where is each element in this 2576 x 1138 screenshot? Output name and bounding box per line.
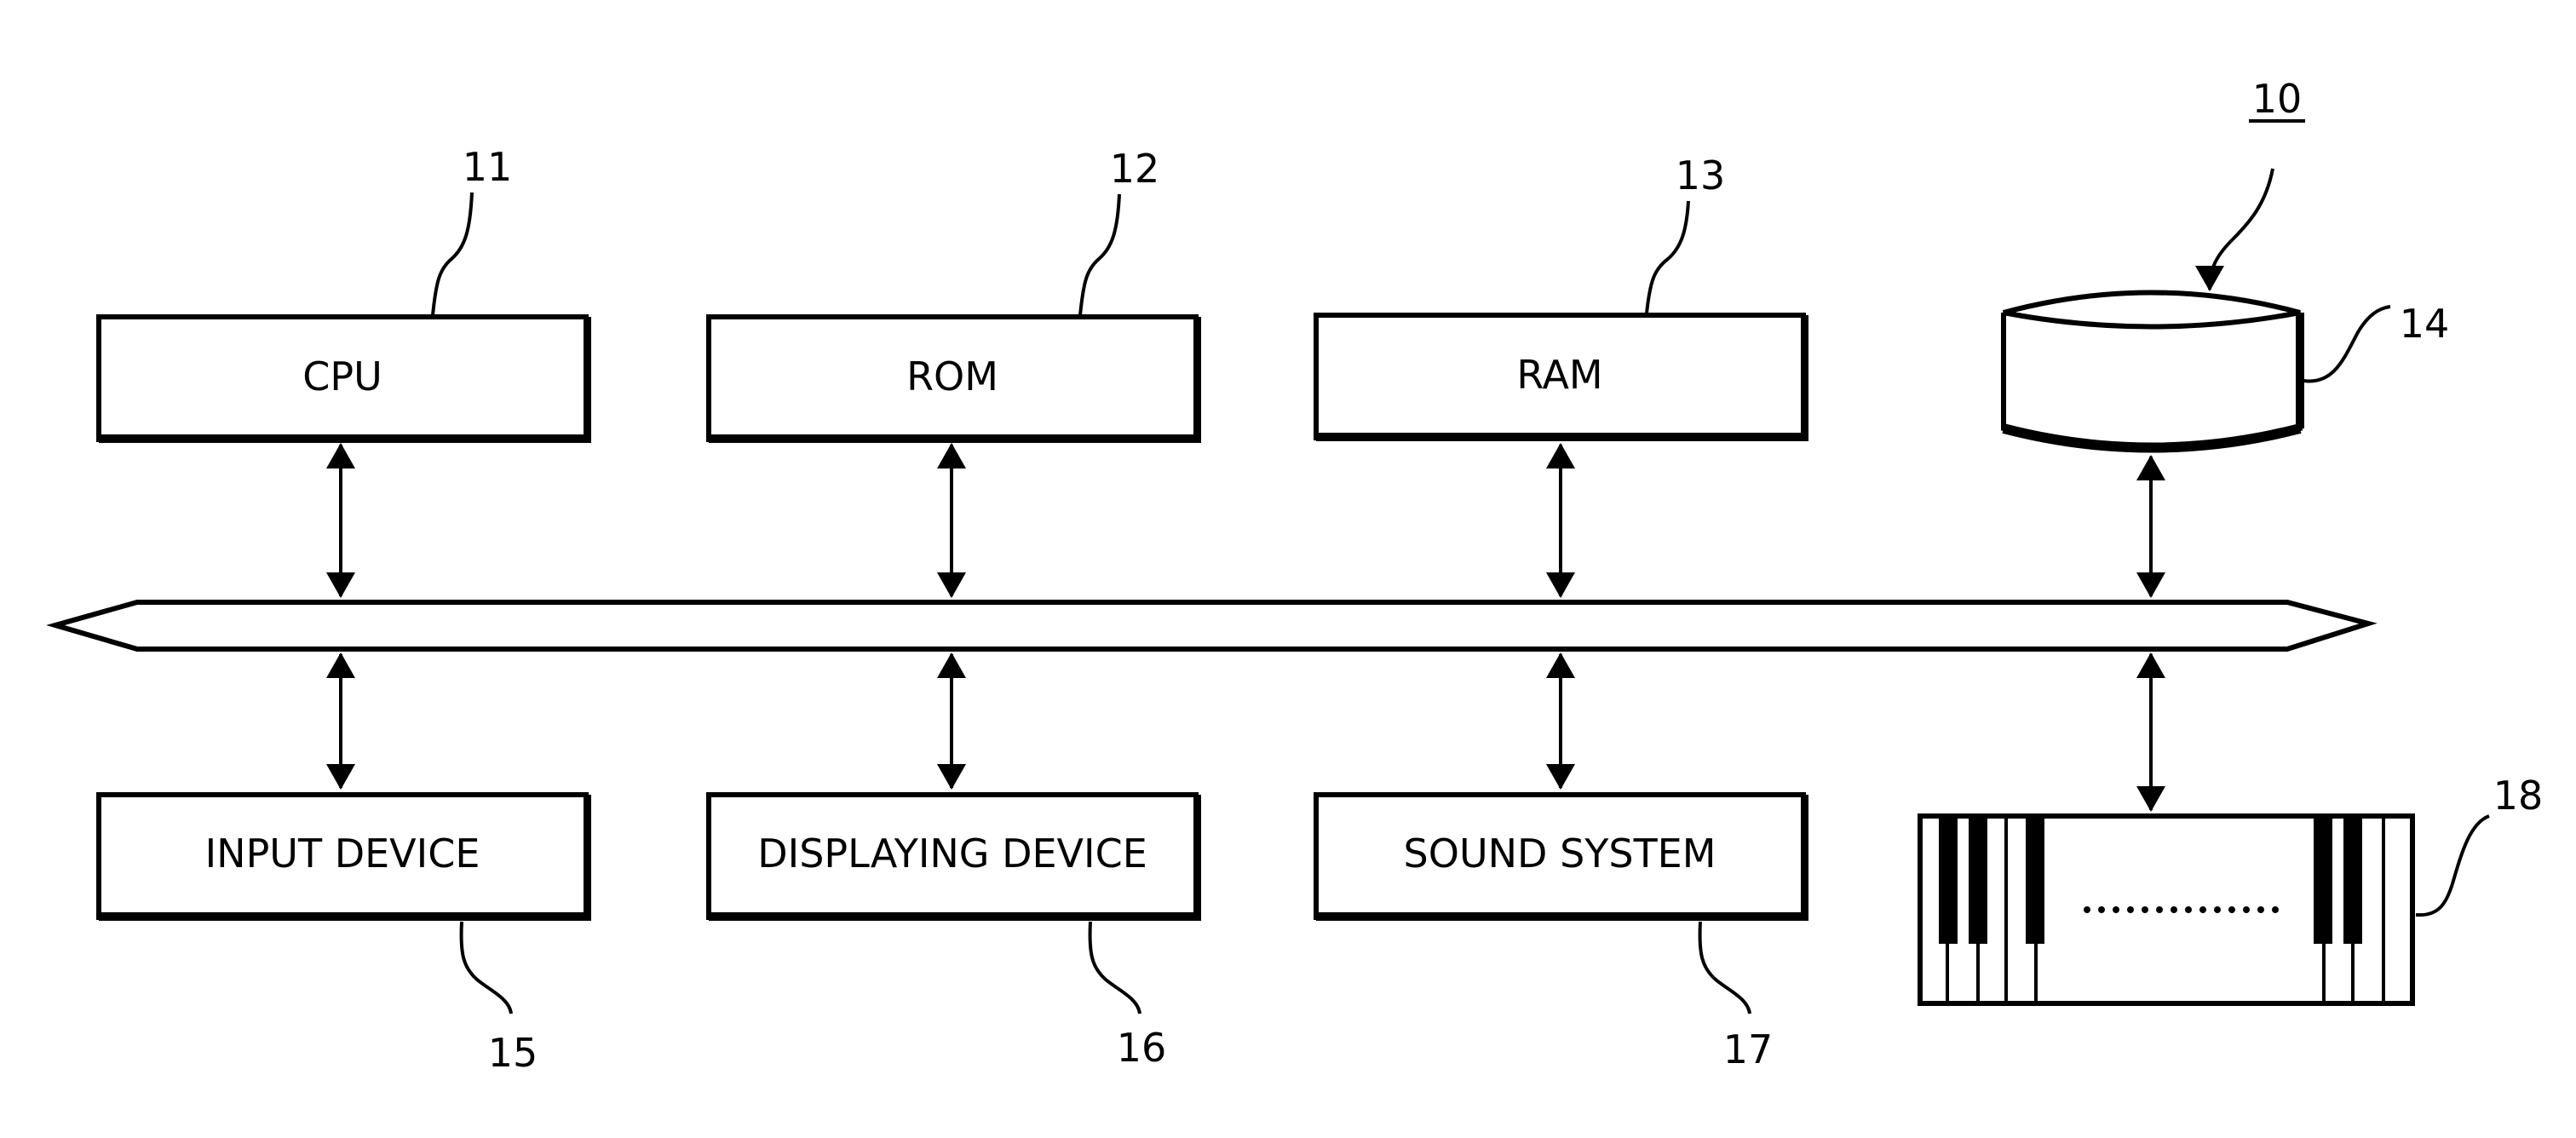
rom-label: ROM <box>906 353 998 399</box>
displaying-device-ref: 16 <box>1117 1025 1167 1071</box>
storage-cylinder-top <box>2003 290 2301 330</box>
cpu-leader <box>431 192 474 316</box>
storage-cylinder-body <box>2001 313 2303 451</box>
block-diagram: 10 CPU 11 ROM 12 RAM 13 14 INPUT DEVICE … <box>46 76 2544 1076</box>
sound-system-label: SOUND SYSTEM <box>1404 831 1716 876</box>
keyboard-ref: 18 <box>2493 773 2544 819</box>
rom-leader <box>1078 193 1121 316</box>
ram-leader <box>1645 200 1690 314</box>
ram-label: RAM <box>1516 352 1602 398</box>
cpu-ref: 11 <box>463 144 513 190</box>
keyboard-block: 18 <box>1918 773 2544 1006</box>
input-device-block: INPUT DEVICE 15 <box>96 792 591 1076</box>
ram-block: RAM 13 <box>1314 152 1808 441</box>
ram-ref: 13 <box>1676 152 1726 198</box>
sound-system-block: SOUND SYSTEM 17 <box>1314 792 1808 1072</box>
rom-block: ROM 12 <box>706 146 1201 443</box>
input-device-label: INPUT DEVICE <box>205 831 480 876</box>
figure-ref-leader <box>2195 168 2274 291</box>
displaying-device-leader <box>1088 921 1141 1014</box>
cpu-block: CPU 11 <box>96 144 591 443</box>
sound-system-leader <box>1698 921 1751 1014</box>
input-device-leader <box>459 921 513 1014</box>
figure-ref-number: 10 <box>2252 76 2303 122</box>
storage-leader <box>2303 305 2391 383</box>
figure-reference: 10 <box>2195 76 2305 291</box>
displaying-device-label: DISPLAYING DEVICE <box>757 831 1147 876</box>
keyboard-leader <box>2415 814 2490 917</box>
cpu-label: CPU <box>302 353 382 399</box>
system-bus <box>46 600 2378 652</box>
input-device-ref: 15 <box>488 1030 538 1076</box>
storage-block: 14 <box>2001 290 2450 453</box>
storage-ref: 14 <box>2400 301 2450 347</box>
displaying-device-block: DISPLAYING DEVICE 16 <box>706 792 1201 1071</box>
rom-ref: 12 <box>1110 146 1160 192</box>
sound-system-ref: 17 <box>1723 1026 1774 1072</box>
